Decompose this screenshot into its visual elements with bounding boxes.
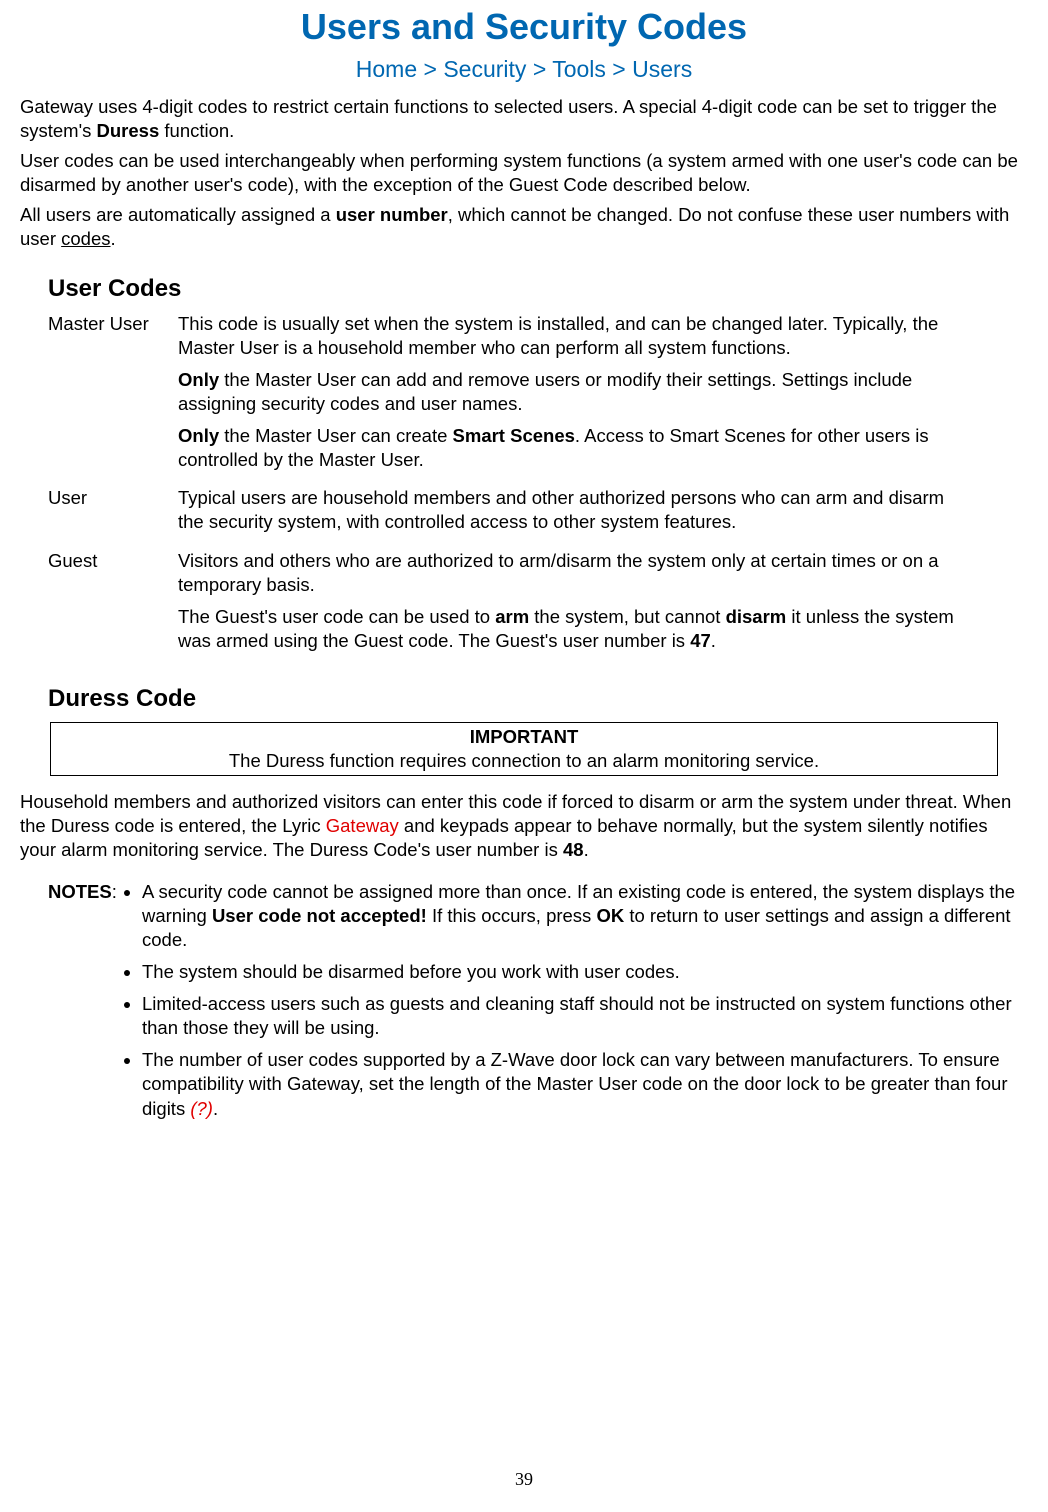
text: The Guest's user code can be used to arm… (178, 605, 960, 653)
text: . (213, 1098, 218, 1119)
text: Only the Master User can create Smart Sc… (178, 424, 960, 472)
duress-number-bold: 48 (563, 839, 584, 860)
duress-code-heading: Duress Code (20, 683, 1028, 714)
def-master-user: Master User This code is usually set whe… (48, 312, 1028, 480)
list-item: Limited-access users such as guests and … (142, 992, 1024, 1040)
def-term: Guest (48, 549, 178, 661)
text: the Master User can create (219, 425, 452, 446)
def-guest: Guest Visitors and others who are author… (48, 549, 1028, 661)
intro-paragraph-3: All users are automatically assigned a u… (20, 203, 1028, 251)
text: This code is usually set when the system… (178, 312, 960, 360)
ok-bold: OK (596, 905, 624, 926)
text: the Master User can add and remove users… (178, 369, 912, 414)
only-bold: Only (178, 369, 219, 390)
question-mark-red: (?) (190, 1098, 213, 1119)
text: : (112, 881, 117, 902)
text: the system, but cannot (529, 606, 725, 627)
text: The Guest's user code can be used to (178, 606, 495, 627)
text: function. (159, 120, 234, 141)
def-term: Master User (48, 312, 178, 480)
def-user: User Typical users are household members… (48, 486, 1028, 542)
notes-bold: NOTES (48, 881, 112, 902)
intro-paragraph-2: User codes can be used interchangeably w… (20, 149, 1028, 197)
page-number: 39 (0, 1468, 1048, 1491)
def-desc: This code is usually set when the system… (178, 312, 1028, 480)
codes-underline: codes (61, 228, 110, 249)
text: All users are automatically assigned a (20, 204, 336, 225)
text: Only the Master User can add and remove … (178, 368, 960, 416)
notes-section: NOTES: A security code cannot be assigne… (20, 880, 1028, 1128)
breadcrumb: Home > Security > Tools > Users (20, 55, 1028, 85)
notes-label: NOTES: (48, 880, 124, 1128)
list-item: The system should be disarmed before you… (142, 960, 1024, 984)
page-title: Users and Security Codes (20, 4, 1028, 51)
user-number-term: user number (336, 204, 448, 225)
text: . (111, 228, 116, 249)
text: The number of user codes supported by a … (142, 1049, 1008, 1118)
intro-paragraph-1: Gateway uses 4-digit codes to restrict c… (20, 95, 1028, 143)
def-desc: Typical users are household members and … (178, 486, 1028, 542)
text: If this occurs, press (427, 905, 597, 926)
def-desc: Visitors and others who are authorized t… (178, 549, 1028, 661)
user-codes-heading: User Codes (20, 273, 1028, 304)
only-bold: Only (178, 425, 219, 446)
text: . (711, 630, 716, 651)
text: Typical users are household members and … (178, 486, 960, 534)
important-heading: IMPORTANT (55, 725, 993, 749)
notes-list: A security code cannot be assigned more … (124, 880, 1024, 1128)
arm-bold: arm (495, 606, 529, 627)
duress-term: Duress (97, 120, 160, 141)
smart-scenes-bold: Smart Scenes (453, 425, 575, 446)
list-item: The number of user codes supported by a … (142, 1048, 1024, 1120)
important-body: The Duress function requires connection … (55, 749, 993, 773)
text: . (584, 839, 589, 860)
user-codes-definitions: Master User This code is usually set whe… (20, 312, 1028, 661)
gateway-red: Gateway (326, 815, 399, 836)
important-box: IMPORTANT The Duress function requires c… (50, 722, 998, 776)
text: Visitors and others who are authorized t… (178, 549, 960, 597)
disarm-bold: disarm (726, 606, 787, 627)
guest-number-bold: 47 (690, 630, 711, 651)
def-term: User (48, 486, 178, 542)
warning-bold: User code not accepted! (212, 905, 427, 926)
list-item: A security code cannot be assigned more … (142, 880, 1024, 952)
duress-paragraph: Household members and authorized visitor… (20, 790, 1028, 862)
